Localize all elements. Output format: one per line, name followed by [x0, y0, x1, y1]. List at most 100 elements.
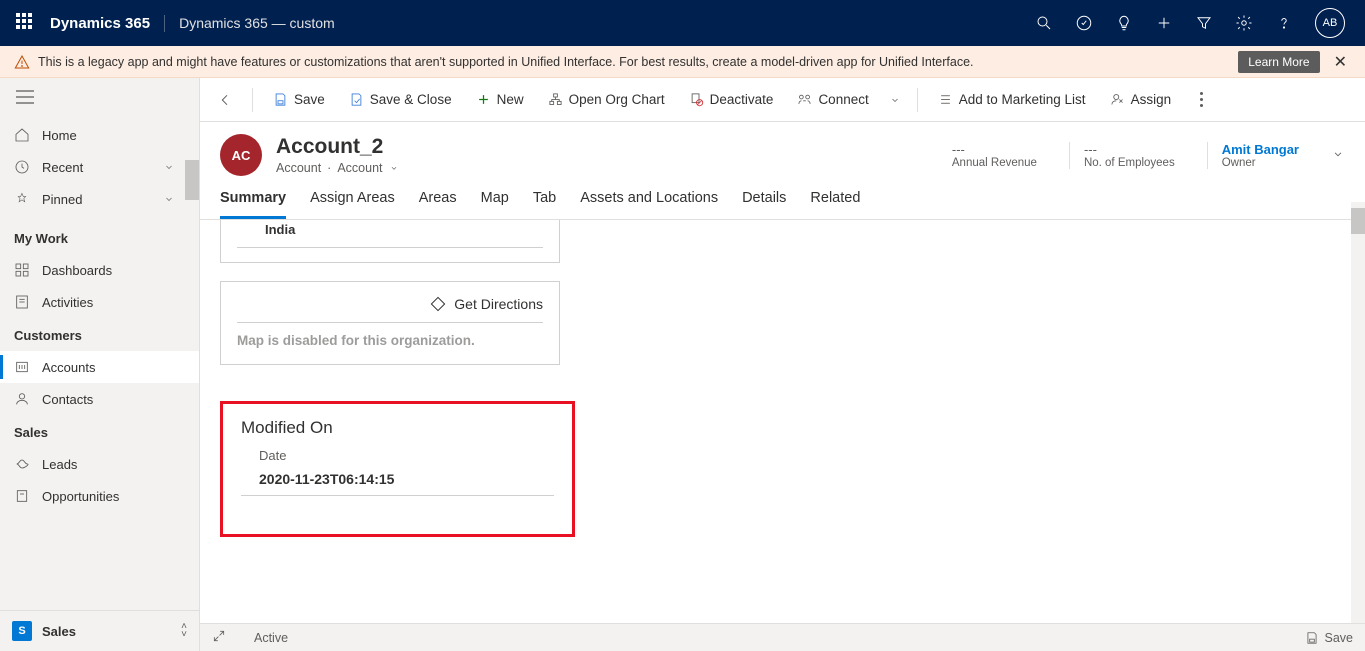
- deactivate-button[interactable]: Deactivate: [679, 86, 784, 113]
- gear-icon[interactable]: [1235, 14, 1253, 32]
- marketing-icon: [938, 92, 953, 107]
- assign-button[interactable]: Assign: [1100, 86, 1182, 113]
- filter-icon[interactable]: [1195, 14, 1213, 32]
- command-bar: Save Save & Close New Open Org Chart Dea…: [200, 78, 1365, 122]
- cmd-label: New: [497, 92, 524, 107]
- owner-value[interactable]: Amit Bangar: [1222, 142, 1299, 157]
- record-header: AC Account_2 Account · Account --- Annua…: [200, 122, 1365, 176]
- annual-revenue-value: ---: [952, 142, 1037, 157]
- account-icon: [14, 359, 30, 375]
- footer-save-button[interactable]: Save: [1305, 631, 1354, 645]
- modified-on-label: Date: [241, 448, 554, 463]
- map-card: Get Directions Map is disabled for this …: [220, 281, 560, 365]
- org-chart-icon: [548, 92, 563, 107]
- connect-button[interactable]: Connect: [787, 86, 878, 113]
- nav-label: Contacts: [42, 392, 93, 407]
- sidebar-toggle[interactable]: [0, 78, 199, 119]
- get-directions-button[interactable]: Get Directions: [237, 296, 543, 323]
- plus-icon: [476, 92, 491, 107]
- more-commands[interactable]: [1191, 92, 1211, 107]
- connect-icon: [797, 92, 812, 107]
- modified-on-card: Modified On Date 2020-11-23T06:14:15: [220, 401, 575, 537]
- record-title: Account_2: [276, 135, 399, 159]
- nav-contacts[interactable]: Contacts: [0, 383, 199, 415]
- status-bar: Active Save: [200, 623, 1365, 651]
- content-scrollbar[interactable]: [1351, 202, 1365, 623]
- country-value: India: [237, 220, 543, 248]
- save-button[interactable]: Save: [263, 86, 335, 113]
- nav-home[interactable]: Home: [0, 119, 199, 151]
- add-marketing-button[interactable]: Add to Marketing List: [928, 86, 1096, 113]
- lightbulb-icon[interactable]: [1115, 14, 1133, 32]
- nav-label: Leads: [42, 457, 77, 472]
- back-button[interactable]: [210, 85, 240, 115]
- help-icon[interactable]: [1275, 14, 1293, 32]
- legacy-warning-banner: This is a legacy app and might have feat…: [0, 46, 1365, 78]
- area-badge: S: [12, 621, 32, 641]
- main-content: Save Save & Close New Open Org Chart Dea…: [200, 78, 1365, 651]
- nav-recent[interactable]: Recent: [0, 151, 199, 183]
- tab-assets[interactable]: Assets and Locations: [580, 190, 718, 219]
- expand-icon[interactable]: [212, 629, 226, 646]
- nav-opportunities[interactable]: Opportunities: [0, 480, 199, 512]
- nav-activities[interactable]: Activities: [0, 286, 199, 318]
- nav-label: Recent: [42, 160, 83, 175]
- cmd-label: Open Org Chart: [569, 92, 665, 107]
- assign-icon: [1110, 92, 1125, 107]
- chevron-down-icon: [163, 159, 175, 175]
- section-heading: Customers: [0, 318, 199, 351]
- org-chart-button[interactable]: Open Org Chart: [538, 86, 675, 113]
- directions-label: Get Directions: [454, 296, 543, 312]
- employees-value: ---: [1084, 142, 1175, 157]
- tab-related[interactable]: Related: [810, 190, 860, 219]
- nav-label: Home: [42, 128, 77, 143]
- connect-dropdown[interactable]: [883, 94, 907, 106]
- opportunity-icon: [14, 488, 30, 504]
- left-sidebar: Home Recent Pinned My Work Dashboards Ac…: [0, 78, 200, 651]
- tab-areas[interactable]: Areas: [419, 190, 457, 219]
- nav-label: Dashboards: [42, 263, 112, 278]
- cmd-label: Save & Close: [370, 92, 452, 107]
- nav-pinned[interactable]: Pinned: [0, 183, 199, 215]
- map-disabled-text: Map is disabled for this organization.: [237, 323, 543, 348]
- nav-label: Pinned: [42, 192, 82, 207]
- section-heading: Sales: [0, 415, 199, 448]
- tab-assign-areas[interactable]: Assign Areas: [310, 190, 395, 219]
- task-icon[interactable]: [1075, 14, 1093, 32]
- nav-dashboards[interactable]: Dashboards: [0, 254, 199, 286]
- form-name[interactable]: Account: [337, 161, 382, 175]
- section-heading: My Work: [0, 221, 199, 254]
- warning-icon: [14, 54, 30, 70]
- sidebar-scrollbar[interactable]: [185, 160, 199, 200]
- home-icon: [14, 127, 30, 143]
- owner-label: Owner: [1222, 157, 1299, 169]
- modified-on-value: 2020-11-23T06:14:15: [241, 471, 554, 496]
- save-icon: [273, 92, 288, 107]
- search-icon[interactable]: [1035, 14, 1053, 32]
- top-nav: Dynamics 365 Dynamics 365 — custom AB: [0, 0, 1365, 46]
- entity-name: Account: [276, 161, 321, 175]
- area-switcher[interactable]: S Sales ˄˅: [0, 610, 199, 651]
- plus-icon[interactable]: [1155, 14, 1173, 32]
- chevron-down-icon: [163, 191, 175, 207]
- clock-icon: [14, 159, 30, 175]
- app-launcher-icon[interactable]: [16, 13, 36, 33]
- updown-icon: ˄˅: [181, 623, 187, 639]
- tab-map[interactable]: Map: [481, 190, 509, 219]
- header-expand[interactable]: [1331, 147, 1345, 164]
- tab-details[interactable]: Details: [742, 190, 786, 219]
- tab-summary[interactable]: Summary: [220, 190, 286, 219]
- close-warning-button[interactable]: ✕: [1330, 48, 1351, 76]
- learn-more-button[interactable]: Learn More: [1238, 51, 1319, 73]
- nav-label: Opportunities: [42, 489, 119, 504]
- chevron-down-icon[interactable]: [389, 163, 399, 173]
- activities-icon: [14, 294, 30, 310]
- nav-accounts[interactable]: Accounts: [0, 351, 199, 383]
- save-close-button[interactable]: Save & Close: [339, 86, 462, 113]
- nav-leads[interactable]: Leads: [0, 448, 199, 480]
- dashboard-icon: [14, 262, 30, 278]
- new-button[interactable]: New: [466, 86, 534, 113]
- user-avatar[interactable]: AB: [1315, 8, 1345, 38]
- tab-tab[interactable]: Tab: [533, 190, 556, 219]
- cmd-label: Add to Marketing List: [959, 92, 1086, 107]
